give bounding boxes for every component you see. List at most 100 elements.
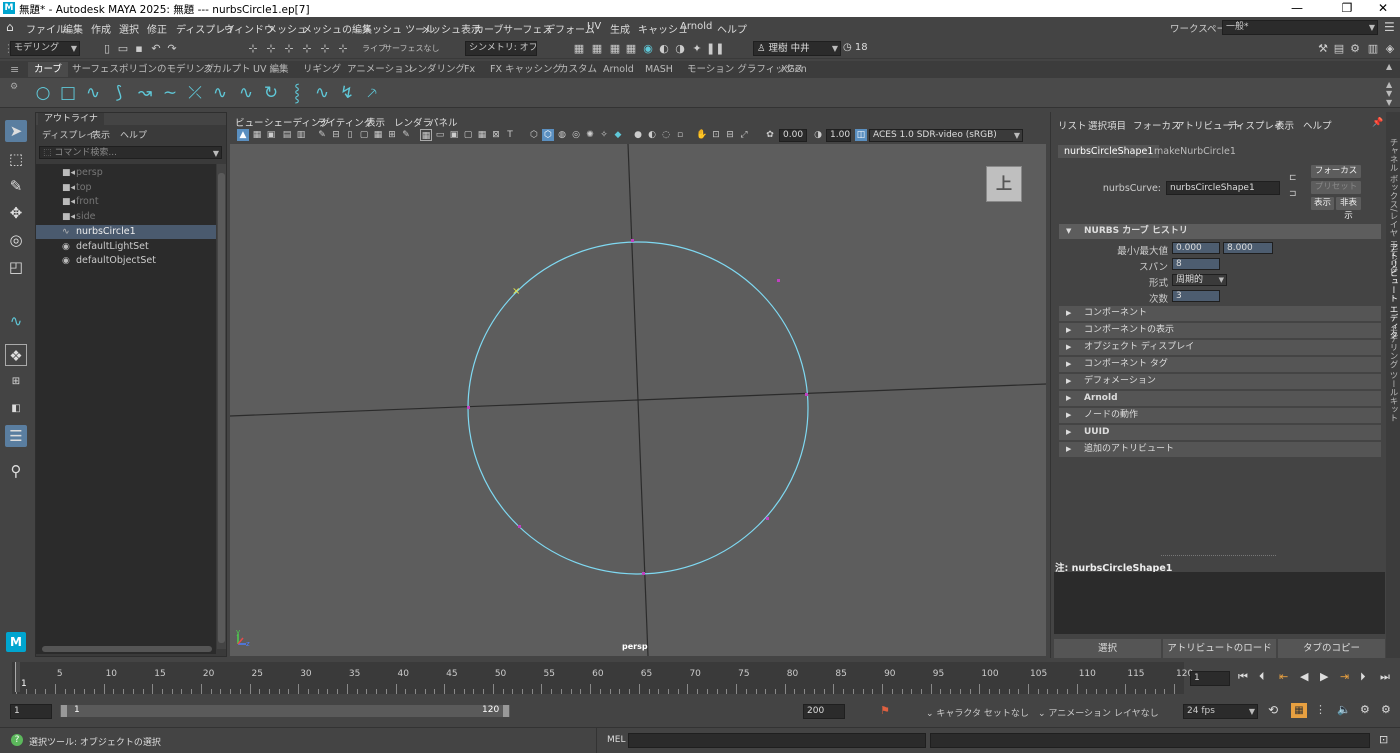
menu-item-14[interactable]: UV [587, 21, 601, 32]
outliner-item[interactable]: ∿ nurbsCircle1 [36, 224, 216, 239]
cached-playback-icon[interactable]: ▦ [1291, 703, 1307, 718]
shelf-tab-11[interactable]: Arnold [597, 62, 640, 77]
help-icon[interactable]: ? [11, 734, 23, 746]
snap-curve-icon[interactable]: ⊹ [318, 42, 332, 56]
pencil-curve-icon[interactable]: ↝ [134, 82, 156, 104]
hypershade-icon[interactable]: ◉ [641, 42, 655, 56]
menu-item-10[interactable]: メッシュ表示 [421, 21, 481, 36]
outliner-item[interactable]: ■◂ top [36, 181, 216, 195]
input-connection-icon[interactable]: ⊏ [1289, 173, 1297, 183]
degree-field[interactable]: 3 [1172, 290, 1220, 302]
tool-settings-icon[interactable]: ⚙ [1348, 42, 1362, 56]
viewport-canvas[interactable]: × [230, 144, 1046, 656]
single-perspective-layout-icon[interactable]: ❖ [5, 344, 27, 366]
pan-icon[interactable]: ⊡ [710, 129, 722, 141]
anim-layer-dropdown[interactable]: ⌄ アニメーション レイヤなし [1038, 706, 1159, 719]
shelf-tab-8[interactable]: Fx [458, 62, 481, 77]
bookmarks-icon[interactable]: ▣ [265, 129, 277, 141]
step-back-key-icon[interactable]: ⇤ [1279, 670, 1288, 683]
redo-icon[interactable]: ↷ [165, 42, 179, 56]
snap-point-icon[interactable]: ⊹ [336, 42, 350, 56]
tab-modeling-toolkit[interactable]: モデリング ツールキット [1387, 326, 1399, 422]
film-gate-icon[interactable]: ▯ [344, 129, 356, 141]
four-view-layout-icon[interactable]: ⊞ [5, 371, 27, 393]
step-back-frame-icon[interactable]: ⏴ [1259, 670, 1265, 684]
outliner-item[interactable]: ■◂ persp [36, 166, 216, 180]
select-object-icon[interactable]: ⊹ [264, 42, 278, 56]
offset-curve-icon[interactable]: ∿ [311, 82, 333, 104]
all-lights-icon[interactable]: ◍ [556, 129, 568, 141]
grid-icon[interactable]: ⊟ [330, 129, 342, 141]
outliner-scrollbar-thumb[interactable] [218, 173, 225, 643]
current-frame-field[interactable]: 1 [1190, 671, 1230, 686]
sound-icon[interactable]: 🔈 [1337, 703, 1351, 716]
xray-joints-icon[interactable]: ⊠ [490, 129, 502, 141]
loop-icon[interactable]: ⟲ [1268, 703, 1278, 717]
shelf-tab-14[interactable]: XGen [775, 62, 813, 77]
arnold-render-icon[interactable]: ◐ [657, 42, 671, 56]
tab-nurbs-circle-shape[interactable]: nurbsCircleShape1 [1058, 145, 1160, 158]
render-icon[interactable]: ▦ [572, 42, 586, 56]
viewcube[interactable]: 上 [986, 166, 1022, 202]
attr-menu-list[interactable]: リスト [1058, 118, 1087, 132]
pause-icon[interactable]: ❚❚ [706, 42, 724, 56]
select-hierarchy-icon[interactable]: ⊹ [246, 42, 260, 56]
move-tool-icon[interactable]: ✥ [5, 202, 27, 224]
menuset-dropdown[interactable]: モデリング ▼ [10, 41, 80, 56]
two-view-layout-icon[interactable]: ◧ [5, 398, 27, 420]
play-forward-icon[interactable]: ▶ [1320, 670, 1328, 683]
wireframe-icon[interactable]: ▭ [434, 129, 446, 141]
edit-point[interactable] [518, 525, 521, 528]
search-icon[interactable]: ⚲ [5, 460, 27, 482]
grease-pencil-icon[interactable]: ✎ [316, 129, 328, 141]
animation-end-field[interactable]: 200 [803, 704, 845, 719]
shelf-tab-5[interactable]: リギング [297, 62, 347, 77]
menu-item-0[interactable]: ファイル [26, 21, 66, 36]
channel-box-icon[interactable]: ▥ [1366, 42, 1380, 56]
character-set-dropdown[interactable]: ⌄ キャラクタ セットなし [926, 706, 1029, 719]
attr-section[interactable]: ▶ ノードの動作 [1059, 408, 1381, 423]
gate-mask-icon[interactable]: ▦ [372, 129, 384, 141]
depth-of-field-icon[interactable]: ◌ [660, 129, 672, 141]
edit-point[interactable] [467, 406, 470, 409]
add-points-icon[interactable]: ⸕ [361, 82, 383, 104]
maya-home-icon[interactable]: M [6, 632, 26, 652]
user-account-dropdown[interactable]: ♙ 理樹 中井 ▼ [753, 41, 841, 56]
select-camera-icon[interactable]: ▲ [237, 129, 249, 141]
outliner-layout-icon[interactable]: ☰ [5, 425, 27, 447]
edit-point[interactable] [777, 279, 780, 282]
form-dropdown[interactable]: 周期的 ▼ [1172, 274, 1227, 286]
live-surface-label[interactable]: サーフェスなし [384, 43, 440, 54]
paint-select-tool-icon[interactable]: ✎ [5, 175, 27, 197]
gamma-icon[interactable]: ◑ [812, 129, 824, 141]
rebuild-curve-icon[interactable]: ↯ [336, 82, 358, 104]
attr-menu-help[interactable]: ヘルプ [1303, 118, 1332, 132]
2d-pan-zoom-icon[interactable]: ▥ [295, 129, 307, 141]
workspace-dropdown[interactable]: 一般* ▼ [1222, 20, 1378, 35]
copy-tab-button[interactable]: タブのコピー [1278, 639, 1386, 658]
grid-toggle-icon[interactable]: ▦ [420, 129, 432, 141]
edit-point[interactable] [642, 572, 645, 575]
time-slider-track[interactable]: 5 10 15 20 25 30 35 40 45 50 55 60 65 70 75 80 85 90 95 100… [12, 662, 1193, 694]
render-view-icon[interactable]: ▦ [590, 42, 604, 56]
tab-make-nurb-circle[interactable]: makeNurbCircle1 [1148, 145, 1242, 158]
use-default-material-icon[interactable]: ⬡ [528, 129, 540, 141]
shelf-tab-12[interactable]: MASH [639, 62, 679, 77]
shelf-tab-0[interactable]: カーブ [28, 62, 68, 77]
viewport-menu-panels[interactable]: パネル [429, 115, 458, 129]
viewport-menu-lighting[interactable]: ライティング [317, 115, 373, 129]
resolution-gate-icon[interactable]: ▢ [358, 129, 370, 141]
outliner-item[interactable]: ■◂ side [36, 210, 216, 224]
menu-item-3[interactable]: 選択 [119, 21, 139, 36]
attr-section[interactable]: ▶ コンポーネント タグ [1059, 357, 1381, 372]
range-slider[interactable] [60, 705, 510, 717]
outliner-item[interactable]: ◉ defaultObjectSet [36, 254, 216, 268]
menu-item-17[interactable]: Arnold [680, 21, 712, 32]
animation-start-field[interactable]: 1 [10, 704, 52, 719]
colorspace-dropdown[interactable]: ACES 1.0 SDR-video (sRGB) ▼ [869, 129, 1023, 142]
shelf-scroll-up-icon[interactable]: ▲ [1386, 62, 1392, 71]
attr-section[interactable]: ▶ コンポーネントの表示 [1059, 323, 1381, 338]
bezier-curve-icon[interactable]: ⤫ [184, 82, 206, 104]
ep-curve-icon[interactable]: ⟆ [108, 82, 130, 104]
command-input[interactable] [628, 733, 926, 748]
